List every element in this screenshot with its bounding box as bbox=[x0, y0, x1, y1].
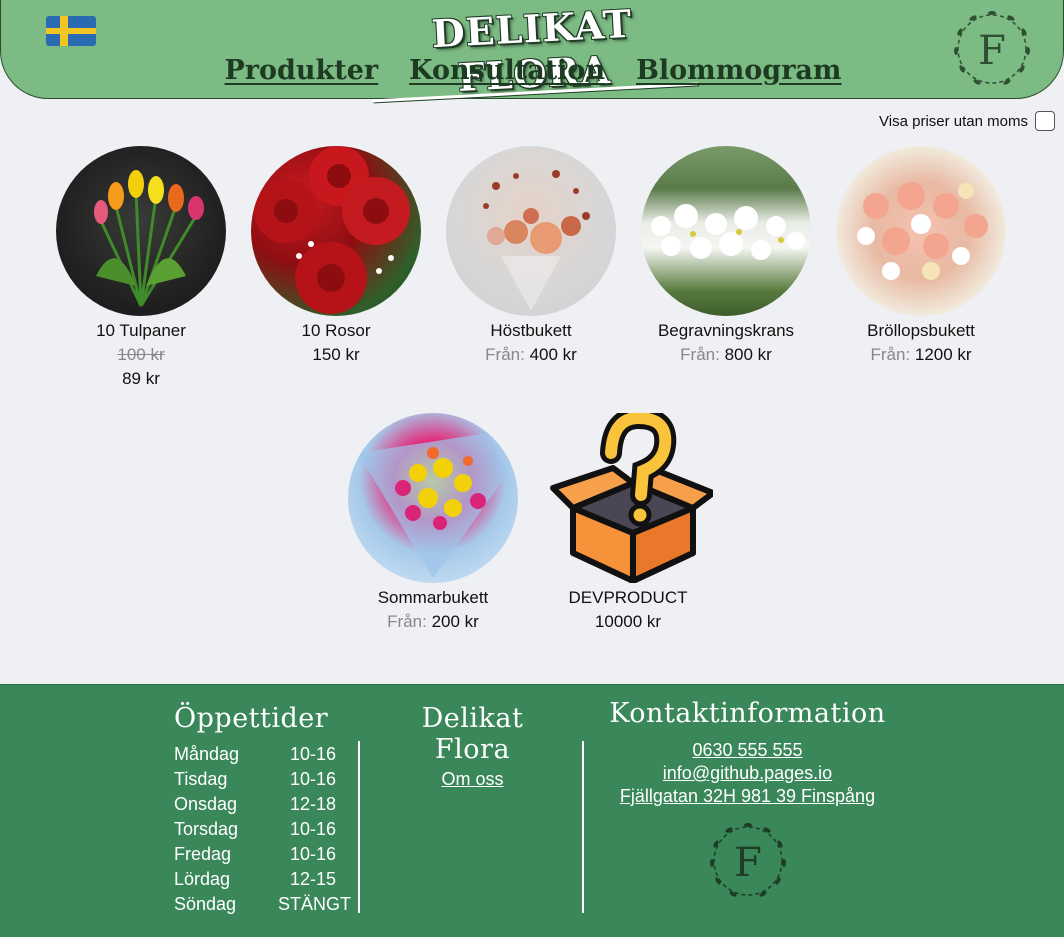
contact-title: Kontaktinformation bbox=[609, 698, 886, 729]
site-header: DELIKAT FLORA Produkter Konsultation Blo… bbox=[0, 0, 1064, 100]
contact-section: Kontaktinformation 0630 555 555 info@git… bbox=[600, 698, 895, 910]
hours-day: Onsdag bbox=[174, 794, 238, 814]
product-card[interactable]: Sommarbukett Från: 200 kr bbox=[343, 413, 523, 634]
about-link[interactable]: Om oss bbox=[441, 769, 503, 789]
nav-produkter[interactable]: Produkter bbox=[225, 55, 379, 86]
hours-row: Torsdag 10-16 bbox=[174, 817, 348, 842]
hours-time: 12-15 bbox=[289, 869, 337, 889]
product-price: 89 kr bbox=[122, 369, 160, 388]
product-image-roses[interactable] bbox=[251, 146, 421, 316]
hours-time: 10-16 bbox=[289, 769, 337, 789]
product-name: Begravningskrans bbox=[657, 321, 795, 340]
product-image-hostbukett[interactable] bbox=[446, 146, 616, 316]
hours-time: 10-16 bbox=[289, 844, 337, 864]
product-card[interactable]: Höstbukett Från: 400 kr bbox=[441, 146, 621, 367]
hours-day: Fredag bbox=[174, 844, 232, 864]
hours-day: Lördag bbox=[174, 869, 231, 889]
product-image-tulips[interactable] bbox=[56, 146, 226, 316]
hours-day: Torsdag bbox=[174, 819, 239, 839]
email-link[interactable]: info@github.pages.io bbox=[663, 763, 832, 783]
wreath-logo-icon: F bbox=[709, 823, 786, 897]
hours-row: Lördag 12-15 bbox=[174, 867, 348, 892]
product-price: 1200 kr bbox=[914, 345, 972, 364]
svg-text:F: F bbox=[734, 840, 762, 886]
phone-link[interactable]: 0630 555 555 bbox=[692, 740, 802, 760]
product-price: 200 kr bbox=[431, 612, 479, 631]
hours-day: Måndag bbox=[174, 744, 240, 764]
hours-row: Måndag 10-16 bbox=[174, 742, 348, 767]
product-card[interactable]: Begravningskrans Från: 800 kr bbox=[636, 146, 816, 367]
hours-day: Söndag bbox=[174, 894, 237, 914]
wreath-logo-icon[interactable]: F bbox=[949, 6, 1035, 92]
site-footer: Öppettider Måndag 10-16 Tisdag 10-16 Onsda… bbox=[0, 684, 1064, 937]
product-name: DEVPRODUCT bbox=[568, 588, 688, 607]
product-name: Sommarbukett bbox=[377, 588, 489, 607]
sweden-flag-icon[interactable] bbox=[46, 16, 96, 46]
product-price: 400 kr bbox=[529, 345, 577, 364]
hours-time: 12-18 bbox=[289, 794, 337, 814]
hours-row: Tisdag 10-16 bbox=[174, 767, 348, 792]
product-name: 10 Rosor bbox=[301, 321, 371, 340]
main-nav: Produkter Konsultation Blommogram bbox=[1, 55, 1064, 86]
opening-hours-title: Öppettider bbox=[174, 703, 329, 734]
product-image-begravningskrans[interactable] bbox=[641, 146, 811, 316]
footer-divider bbox=[582, 741, 584, 913]
price-prefix: Från: bbox=[387, 612, 427, 631]
tax-toggle-label: Visa priser utan moms bbox=[879, 112, 1028, 130]
product-name: Bröllopsbukett bbox=[867, 321, 975, 340]
product-name: Höstbukett bbox=[490, 321, 572, 340]
hours-time: STÄNGT bbox=[278, 894, 352, 914]
product-image-brollopsbukett[interactable] bbox=[836, 146, 1006, 316]
hours-time: 10-16 bbox=[289, 744, 337, 764]
opening-hours-table: Måndag 10-16 Tisdag 10-16 Onsdag 12-18 Tors… bbox=[174, 742, 352, 917]
tax-checkbox[interactable] bbox=[1035, 111, 1055, 131]
product-image-sommarbukett[interactable] bbox=[348, 413, 518, 583]
hours-time: 10-16 bbox=[289, 819, 337, 839]
product-old-price: 100 kr bbox=[117, 345, 165, 364]
address-link[interactable]: Fjällgatan 32H 981 39 Finspång bbox=[620, 786, 875, 806]
nav-konsultation[interactable]: Konsultation bbox=[409, 55, 605, 86]
hours-row: Onsdag 12-18 bbox=[174, 792, 348, 817]
price-prefix: Från: bbox=[870, 345, 911, 364]
site-title[interactable]: DELIKAT FLORA bbox=[364, 0, 702, 105]
about-title: Delikat Flora bbox=[421, 703, 524, 765]
product-price: 150 kr bbox=[312, 345, 360, 364]
about-section: Delikat Flora Om oss bbox=[380, 703, 565, 790]
mystery-box-icon[interactable] bbox=[543, 413, 713, 583]
product-card[interactable]: Bröllopsbukett Från: 1200 kr bbox=[831, 146, 1011, 367]
tax-toggle[interactable]: Visa priser utan moms bbox=[879, 111, 1055, 131]
product-card[interactable]: DEVPRODUCT 10000 kr bbox=[538, 413, 718, 634]
product-price: 10000 kr bbox=[594, 612, 662, 631]
price-prefix: Från: bbox=[485, 345, 525, 364]
product-price: 800 kr bbox=[724, 345, 772, 364]
footer-divider bbox=[358, 741, 360, 913]
svg-text:F: F bbox=[978, 28, 1006, 74]
nav-blommogram[interactable]: Blommogram bbox=[636, 55, 841, 86]
opening-hours: Öppettider Måndag 10-16 Tisdag 10-16 Onsda… bbox=[174, 703, 352, 917]
hours-row: Söndag STÄNGT bbox=[174, 892, 352, 917]
hours-row: Fredag 10-16 bbox=[174, 842, 348, 867]
product-card[interactable]: 10 Tulpaner 100 kr 89 kr bbox=[51, 146, 231, 391]
hours-day: Tisdag bbox=[174, 769, 228, 789]
price-prefix: Från: bbox=[680, 345, 720, 364]
product-name: 10 Tulpaner bbox=[96, 321, 186, 340]
product-card[interactable]: 10 Rosor 150 kr bbox=[246, 146, 426, 367]
